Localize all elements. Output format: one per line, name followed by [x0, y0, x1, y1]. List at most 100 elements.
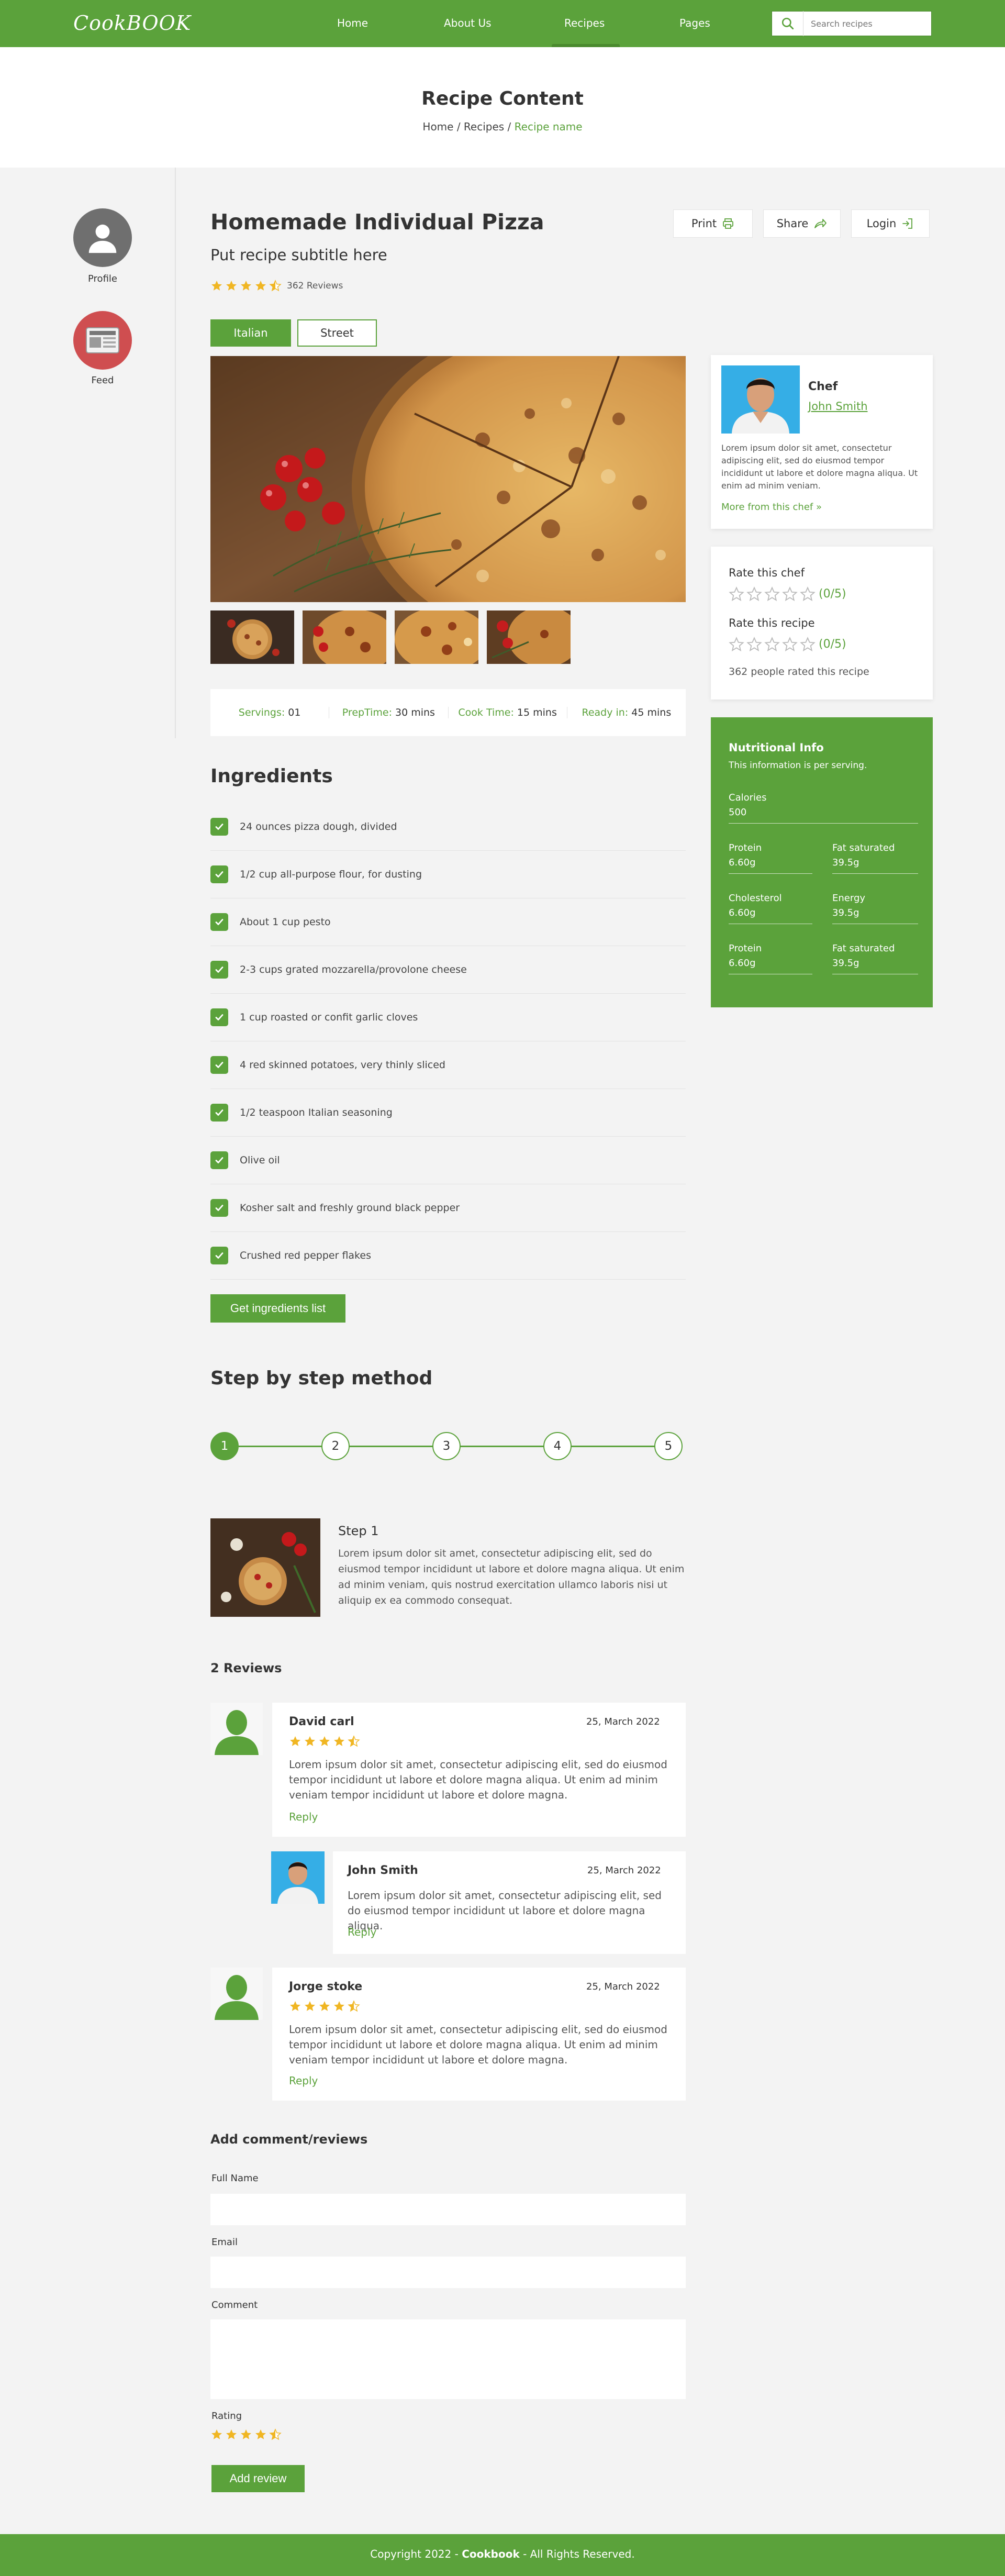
footer-brand[interactable]: Cookbook	[462, 2548, 520, 2560]
step-circle-2[interactable]: 2	[321, 1432, 350, 1460]
ingredient-row: Crushed red pepper flakes	[210, 1232, 686, 1280]
nav-link-recipes[interactable]: Recipes	[564, 17, 605, 29]
check-icon[interactable]	[210, 818, 228, 836]
email-input[interactable]	[210, 2257, 686, 2288]
ingredient-row: 1/2 teaspoon Italian seasoning	[210, 1089, 686, 1137]
recipe-thumbnail[interactable]	[487, 610, 571, 664]
more-from-chef-label: More from this chef	[721, 502, 813, 513]
nutrition-calories: Calories 500	[729, 791, 918, 824]
print-button[interactable]: Print	[673, 209, 753, 238]
nutrition-item: Cholesterol 6.60g	[729, 891, 812, 924]
check-icon[interactable]	[210, 1008, 228, 1026]
chef-bio: Lorem ipsum dolor sit amet, consectetur …	[721, 443, 918, 491]
step-circle-5[interactable]: 5	[654, 1432, 683, 1460]
star-half-icon	[269, 2428, 282, 2440]
check-icon[interactable]	[210, 1056, 228, 1074]
share-button[interactable]: Share	[763, 209, 841, 238]
ingredient-text: 24 ounces pizza dough, divided	[240, 821, 397, 832]
info-servings: Servings: 01	[210, 707, 330, 718]
step-circle-1[interactable]: 1	[210, 1432, 239, 1460]
step-circle-4[interactable]: 4	[543, 1432, 572, 1460]
review-text: Lorem ipsum dolor sit amet, consectetur …	[289, 1758, 667, 1801]
feed-icon[interactable]	[73, 311, 132, 370]
ingredient-row: Kosher salt and freshly ground black pep…	[210, 1184, 686, 1232]
recipe-thumbnail[interactable]	[395, 610, 478, 664]
sidebar-item-feed[interactable]: Feed	[61, 375, 144, 386]
review-card: Jorge stoke 25, March 2022 Lorem ipsum d…	[272, 1968, 686, 2101]
review-reply-card: John Smith 25, March 2022 Lorem ipsum do…	[333, 1851, 686, 1954]
star-outline-icon	[729, 637, 744, 652]
info-value: 01	[285, 707, 301, 718]
info-prep-time: PrepTime: 30 mins	[329, 707, 449, 718]
nav-link-about[interactable]: About Us	[444, 17, 492, 29]
step-circle-3[interactable]: 3	[432, 1432, 461, 1460]
search-input[interactable]	[803, 13, 924, 34]
rate-chef-stars[interactable]	[729, 586, 816, 602]
star-outline-icon	[782, 586, 798, 602]
ingredient-text: Crushed red pepper flakes	[240, 1250, 371, 1261]
reply-link[interactable]: Reply	[348, 1926, 376, 1938]
recipe-main-image	[210, 356, 686, 602]
tag-italian[interactable]: Italian	[210, 319, 291, 347]
site-logo[interactable]: CookBOOK	[73, 12, 191, 35]
breadcrumb-home[interactable]: Home	[422, 120, 453, 133]
check-icon[interactable]	[210, 961, 228, 979]
ingredient-text: 2-3 cups grated mozzarella/provolone che…	[240, 964, 467, 975]
comment-rating-stars[interactable]	[210, 2428, 282, 2441]
nav-link-pages[interactable]: Pages	[679, 17, 710, 29]
comment-textarea[interactable]	[210, 2319, 686, 2399]
star-icon	[255, 2429, 266, 2439]
rating-summary: 362 people rated this recipe	[729, 666, 869, 678]
recipe-reviews-count[interactable]: 362 Reviews	[287, 281, 343, 291]
review-text: Lorem ipsum dolor sit amet, consectetur …	[348, 1889, 662, 1932]
footer-copyright: Copyright 2022 - Cookbook - All Rights R…	[0, 2548, 1005, 2560]
login-label: Login	[866, 217, 897, 230]
print-label: Print	[691, 217, 717, 230]
check-icon[interactable]	[210, 865, 228, 883]
recipe-thumbnail[interactable]	[210, 610, 294, 664]
reply-link[interactable]: Reply	[289, 1811, 318, 1823]
sidebar-item-profile[interactable]: Profile	[61, 273, 144, 284]
breadcrumb-recipes[interactable]: Recipes	[464, 120, 504, 133]
star-icon	[319, 2001, 330, 2011]
star-icon	[334, 2001, 344, 2011]
profile-icon[interactable]	[73, 208, 132, 267]
info-value: 30 mins	[392, 707, 435, 718]
star-icon	[241, 2429, 251, 2439]
star-outline-icon	[746, 586, 762, 602]
info-key: Servings:	[238, 707, 285, 718]
rate-chef-score: (0/5)	[819, 587, 846, 601]
star-icon	[305, 1736, 315, 1746]
nav-link-home[interactable]: Home	[337, 17, 368, 29]
share-arrow-icon	[814, 219, 827, 228]
rate-recipe-stars[interactable]	[729, 637, 816, 652]
more-from-chef-link[interactable]: More from this chef »	[721, 502, 822, 513]
chef-name-link[interactable]: John Smith	[808, 400, 868, 413]
recipe-thumbnail[interactable]	[303, 610, 386, 664]
check-icon[interactable]	[210, 1247, 228, 1264]
star-outline-icon	[764, 637, 780, 652]
full-name-input[interactable]	[210, 2194, 686, 2225]
star-outline-icon	[800, 586, 816, 602]
search-icon[interactable]	[772, 11, 803, 36]
tag-street[interactable]: Street	[297, 319, 377, 347]
check-icon[interactable]	[210, 1104, 228, 1122]
add-review-button[interactable]: Add review	[211, 2465, 305, 2492]
check-icon[interactable]	[210, 1151, 228, 1169]
get-ingredients-button[interactable]: Get ingredients list	[210, 1294, 345, 1323]
double-chevron-icon: »	[816, 502, 822, 513]
steps-title: Step by step method	[210, 1368, 433, 1389]
rate-chef-title: Rate this chef	[729, 567, 805, 579]
full-name-label: Full Name	[211, 2173, 259, 2184]
nutrition-label: Calories	[729, 792, 767, 803]
ingredient-text: Kosher salt and freshly ground black pep…	[240, 1202, 460, 1214]
ingredient-row: 2-3 cups grated mozzarella/provolone che…	[210, 946, 686, 994]
nutrition-title: Nutritional Info	[729, 741, 824, 754]
info-ready-in: Ready in: 45 mins	[567, 707, 686, 718]
check-icon[interactable]	[210, 913, 228, 931]
reply-link[interactable]: Reply	[289, 2074, 318, 2087]
check-icon[interactable]	[210, 1199, 228, 1217]
login-button[interactable]: Login	[851, 209, 930, 238]
ingredient-text: Olive oil	[240, 1154, 280, 1166]
star-icon	[290, 1736, 300, 1746]
